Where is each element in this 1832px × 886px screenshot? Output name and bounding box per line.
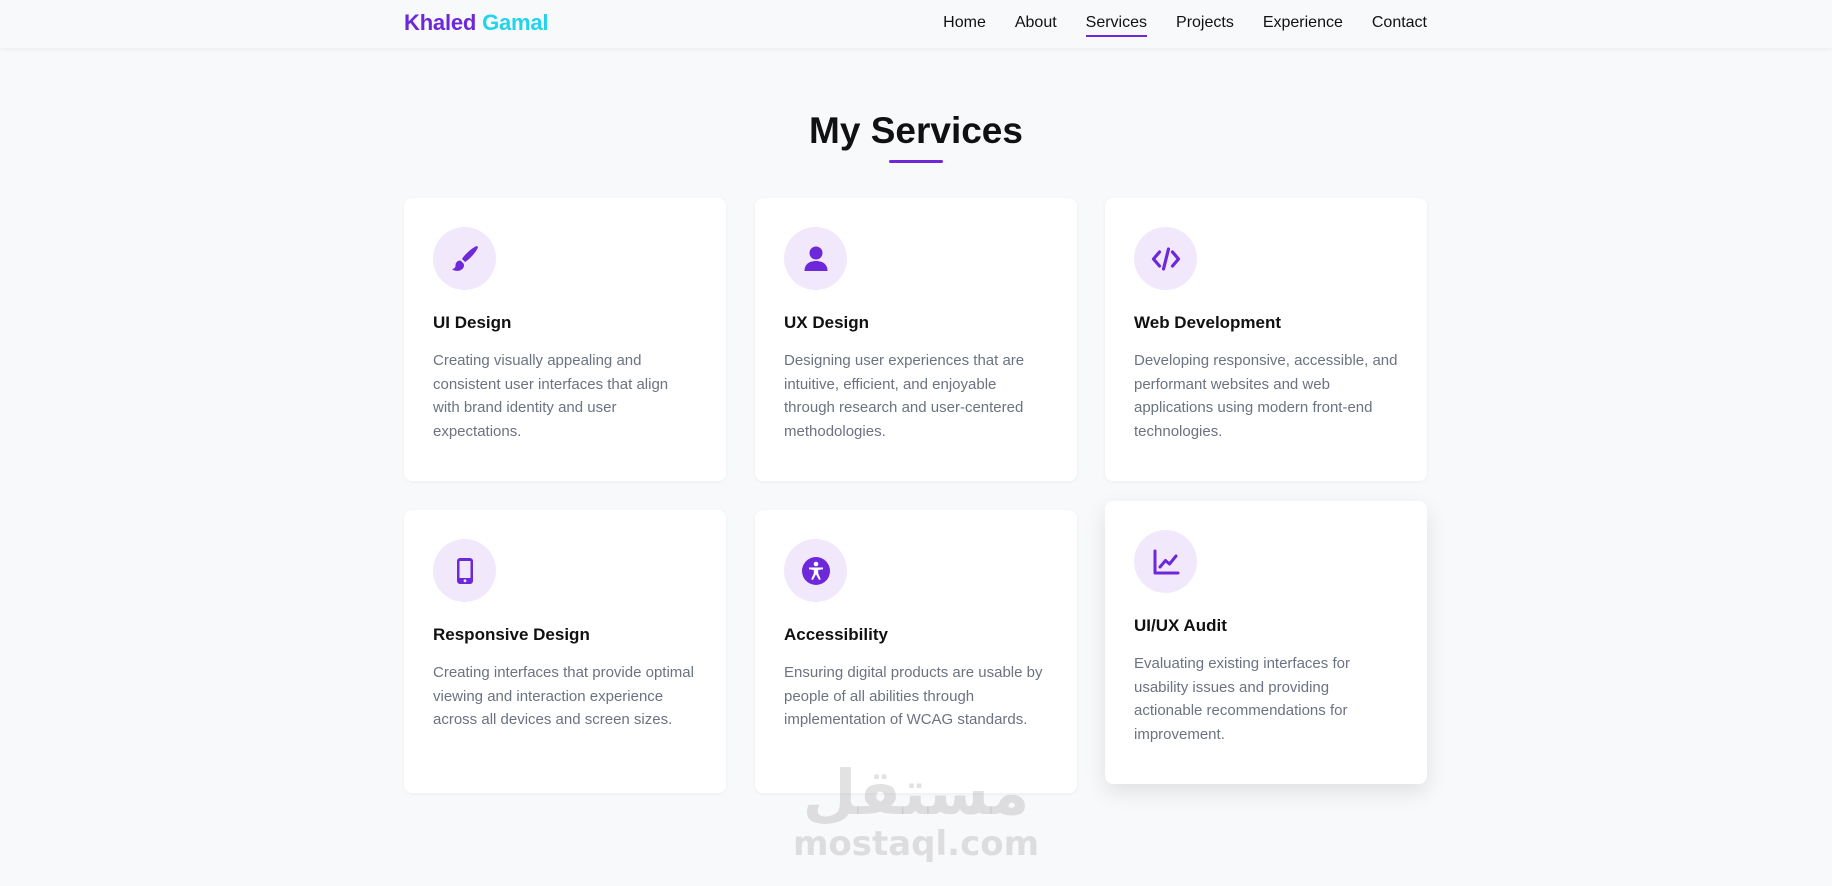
nav-contact[interactable]: Contact [1372,14,1427,37]
tablet-icon [456,557,473,584]
service-icon-wrap [784,227,847,290]
service-title: UX Design [784,313,870,332]
code-icon [1151,246,1180,271]
main-nav: Home About Services Projects Experience … [943,14,1427,37]
paintbrush-icon [451,245,478,271]
service-description: Developing responsive, accessible, and p… [1134,352,1398,440]
chart-line-icon [1153,549,1179,574]
accessibility-icon [801,556,830,585]
service-title: Accessibility [784,625,888,644]
service-description: Creating visually appealing and consiste… [433,352,669,440]
service-title: Responsive Design [433,625,590,644]
nav-home[interactable]: Home [943,14,986,37]
service-icon-wrap [433,539,496,602]
navbar: Khaled Gamal Home About Services Project… [0,0,1832,48]
service-title: Web Development [1134,313,1282,332]
service-description: Designing user experiences that are intu… [784,352,1025,440]
service-description: Creating interfaces that provide optimal… [433,664,694,728]
watermark-arabic: مستقل [802,756,1030,829]
brand-first-name: Khaled [404,10,477,35]
service-card-web-development: Web Development Developing responsive, a… [1105,198,1427,481]
service-card-accessibility: Accessibility Ensuring digital products … [755,510,1077,793]
watermark: مستقل mostaql.com [0,756,1832,864]
title-underline [889,160,943,163]
service-icon-wrap [1134,227,1197,290]
service-icon-wrap [1134,530,1197,593]
brand-last-name: Gamal [482,10,549,35]
service-card-uiux-audit: UI/UX Audit Evaluating existing interfac… [1105,501,1427,784]
section-title: My Services [809,110,1023,151]
service-card-responsive-design: Responsive Design Creating interfaces th… [404,510,726,793]
nav-services[interactable]: Services [1085,14,1148,37]
service-title: UI/UX Audit [1134,616,1227,635]
service-description: Ensuring digital products are usable by … [784,664,1043,728]
nav-experience[interactable]: Experience [1263,14,1343,37]
service-title: UI Design [433,313,512,332]
nav-projects[interactable]: Projects [1176,14,1234,37]
watermark-latin: mostaql.com [792,824,1040,864]
nav-about[interactable]: About [1015,14,1057,37]
service-icon-wrap [433,227,496,290]
service-card-ux-design: UX Design Designing user experiences tha… [755,198,1077,481]
service-description: Evaluating existing interfaces for usabi… [1134,655,1350,743]
service-card-ui-design: UI Design Creating visually appealing an… [404,198,726,481]
user-icon [804,246,827,271]
brand-logo[interactable]: Khaled Gamal [404,10,549,36]
service-icon-wrap [784,539,847,602]
